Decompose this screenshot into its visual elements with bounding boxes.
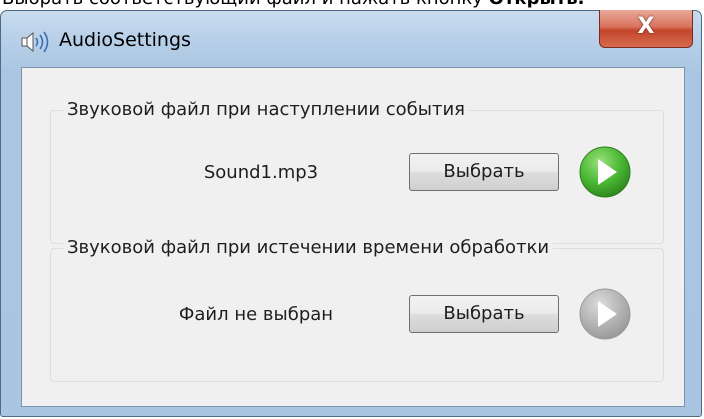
speaker-icon — [21, 31, 49, 53]
timeout-sound-group: Звуковой файл при истечении времени обра… — [50, 236, 664, 382]
event-sound-group-label: Звуковой файл при наступлении события — [63, 98, 469, 122]
cropped-instruction-text: Выбрать соответствующий файл и нажать кн… — [0, 0, 704, 10]
event-sound-choose-button[interactable]: Выбрать — [409, 153, 559, 191]
timeout-sound-choose-button[interactable]: Выбрать — [409, 295, 559, 333]
timeout-sound-file-name: Файл не выбран — [178, 304, 334, 325]
timeout-sound-group-label: Звуковой файл при истечении времени обра… — [63, 236, 554, 260]
event-sound-file-name: Sound1.mp3 — [203, 162, 319, 183]
audio-settings-window: AudioSettings X Звуковой файл при наступ… — [0, 10, 702, 417]
instruction-normal: Выбрать соответствующий файл и нажать кн… — [2, 0, 489, 9]
close-icon: X — [637, 14, 655, 39]
instruction-bold: Открыть. — [489, 0, 585, 9]
window-client-area: Звуковой файл при наступлении события So… — [21, 67, 685, 407]
close-button[interactable]: X — [599, 10, 693, 48]
window-title: AudioSettings — [59, 29, 191, 51]
event-sound-group: Звуковой файл при наступлении события So… — [50, 98, 664, 244]
play-icon[interactable] — [577, 144, 633, 200]
instruction-line: Выбрать соответствующий файл и нажать кн… — [2, 0, 584, 9]
play-icon-disabled — [579, 288, 631, 340]
